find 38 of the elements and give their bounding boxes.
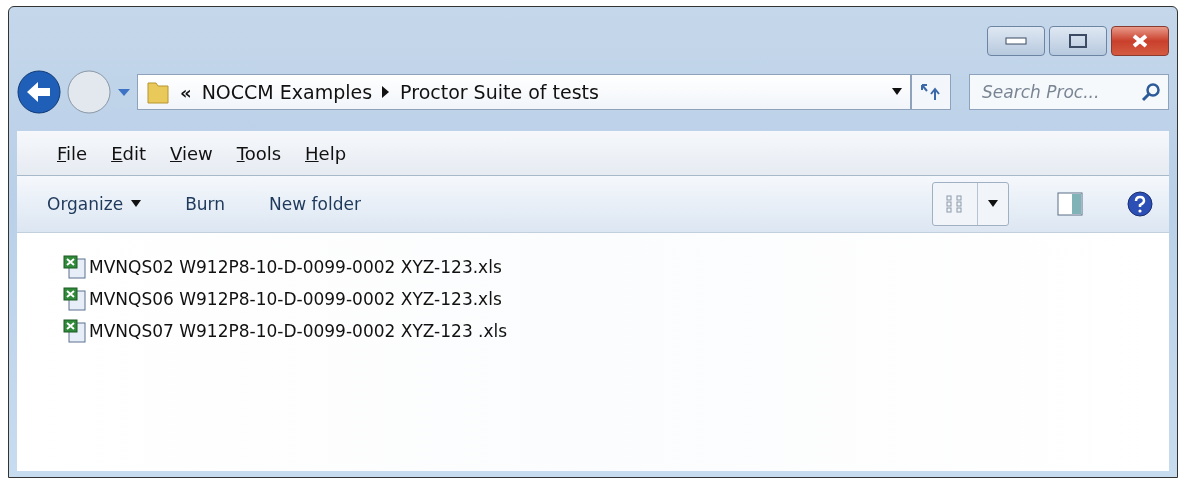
view-grid-icon <box>945 194 965 214</box>
maximize-button[interactable] <box>1049 26 1107 56</box>
toolbar-button[interactable]: Burn <box>169 188 242 220</box>
close-icon <box>1131 33 1149 49</box>
overflow-chevron[interactable]: « <box>180 81 192 103</box>
toolbar-button[interactable]: Organize <box>47 188 158 220</box>
menu-item[interactable]: Edit <box>101 138 156 168</box>
address-bar[interactable]: « NOCCM Examples Proctor Suite of tests <box>137 74 911 110</box>
file-name[interactable]: MVNQS02 W912P8-10-D-0099-0002 XYZ-123.xls <box>89 256 502 277</box>
file-name[interactable]: MVNQS06 W912P8-10-D-0099-0002 XYZ-123.xls <box>89 288 502 309</box>
caret-icon <box>131 200 142 208</box>
spreadsheet-file-icon <box>63 286 87 311</box>
separator-arrow-icon <box>382 86 391 98</box>
search-field[interactable]: Search Proc... <box>969 74 1169 110</box>
close-button[interactable] <box>1111 26 1169 56</box>
preview-pane-icon <box>1057 192 1083 216</box>
refresh-arrows-icon <box>919 82 943 102</box>
menu-item[interactable]: File <box>47 138 98 168</box>
refresh-button[interactable] <box>911 74 951 110</box>
search-icon <box>1141 82 1161 102</box>
menu-item[interactable]: Tools <box>226 138 292 168</box>
history-dropdown[interactable] <box>117 87 131 97</box>
minimize-button[interactable] <box>987 26 1045 56</box>
toolbar-button[interactable]: New folder <box>253 188 377 220</box>
dropdown-arrow-icon <box>892 88 902 96</box>
menu-item[interactable]: View <box>160 138 223 168</box>
spreadsheet-file-icon <box>63 254 87 279</box>
back-button[interactable] <box>17 70 61 114</box>
folder-icon <box>146 79 170 105</box>
help-icon <box>1127 191 1153 217</box>
minimize-icon <box>1005 37 1027 45</box>
spreadsheet-file-icon <box>63 318 87 343</box>
breadcrumb[interactable]: Proctor Suite of tests <box>400 81 599 103</box>
caret-icon <box>988 200 998 208</box>
maximize-icon <box>1069 34 1087 48</box>
breadcrumb[interactable]: NOCCM Examples <box>201 81 373 103</box>
menu-item[interactable]: Help <box>295 138 357 168</box>
file-name[interactable]: MVNQS07 W912P8-10-D-0099-0002 XYZ-123 .xls <box>89 320 508 341</box>
